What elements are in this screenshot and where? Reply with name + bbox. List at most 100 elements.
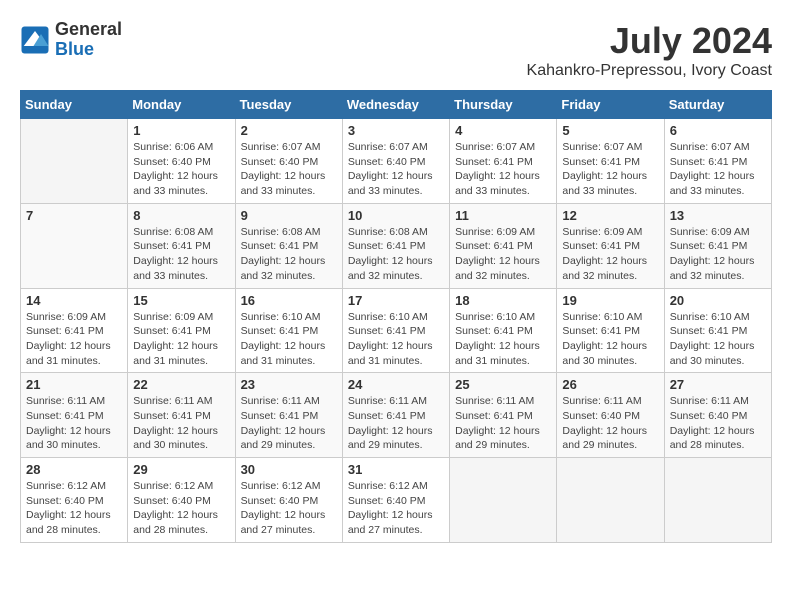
day-info: Sunrise: 6:07 AMSunset: 6:40 PMDaylight:… xyxy=(241,140,337,199)
day-info: Sunrise: 6:07 AMSunset: 6:41 PMDaylight:… xyxy=(455,140,551,199)
day-number: 10 xyxy=(348,208,444,223)
day-info: Sunrise: 6:08 AMSunset: 6:41 PMDaylight:… xyxy=(133,225,229,284)
calendar-week-2: 7 8Sunrise: 6:08 AMSunset: 6:41 PMDayligh… xyxy=(21,203,772,288)
month-title: July 2024 xyxy=(527,20,772,62)
day-info: Sunrise: 6:08 AMSunset: 6:41 PMDaylight:… xyxy=(241,225,337,284)
day-number: 13 xyxy=(670,208,766,223)
day-number: 4 xyxy=(455,123,551,138)
calendar-cell: 25Sunrise: 6:11 AMSunset: 6:41 PMDayligh… xyxy=(450,373,557,458)
day-info: Sunrise: 6:10 AMSunset: 6:41 PMDaylight:… xyxy=(670,310,766,369)
day-number: 24 xyxy=(348,377,444,392)
logo-blue-text: Blue xyxy=(55,40,122,60)
weekday-header-wednesday: Wednesday xyxy=(342,91,449,119)
calendar-week-1: 1Sunrise: 6:06 AMSunset: 6:40 PMDaylight… xyxy=(21,119,772,204)
day-number: 12 xyxy=(562,208,658,223)
day-number: 22 xyxy=(133,377,229,392)
weekday-header-monday: Monday xyxy=(128,91,235,119)
calendar-cell: 23 Sunrise: 6:11 AMSunset: 6:41 PMDayligh… xyxy=(235,373,342,458)
day-info: Sunrise: 6:07 AMSunset: 6:40 PMDaylight:… xyxy=(348,140,444,199)
calendar-week-4: 21 Sunrise: 6:11 AMSunset: 6:41 PMDayligh… xyxy=(21,373,772,458)
day-info: Sunrise: 6:11 AMSunset: 6:41 PMDaylight:… xyxy=(348,394,444,453)
weekday-header-sunday: Sunday xyxy=(21,91,128,119)
calendar-cell: 30 Sunrise: 6:12 AMSunset: 6:40 PMDayligh… xyxy=(235,458,342,543)
calendar-cell: 22 Sunrise: 6:11 AMSunset: 6:41 PMDayligh… xyxy=(128,373,235,458)
day-number: 15 xyxy=(133,293,229,308)
day-info: Sunrise: 6:07 AMSunset: 6:41 PMDaylight:… xyxy=(670,140,766,199)
day-number: 28 xyxy=(26,462,122,477)
calendar-cell: 18Sunrise: 6:10 AMSunset: 6:41 PMDayligh… xyxy=(450,288,557,373)
calendar-cell xyxy=(21,119,128,204)
calendar-cell: 27 Sunrise: 6:11 AMSunset: 6:40 PMDayligh… xyxy=(664,373,771,458)
day-number: 23 xyxy=(241,377,337,392)
weekday-header-friday: Friday xyxy=(557,91,664,119)
calendar-cell: 26Sunrise: 6:11 AMSunset: 6:40 PMDayligh… xyxy=(557,373,664,458)
weekday-header-tuesday: Tuesday xyxy=(235,91,342,119)
day-info: Sunrise: 6:12 AMSunset: 6:40 PMDaylight:… xyxy=(133,479,229,538)
day-number: 29 xyxy=(133,462,229,477)
calendar-cell: 13 Sunrise: 6:09 AMSunset: 6:41 PMDayligh… xyxy=(664,203,771,288)
day-number: 11 xyxy=(455,208,551,223)
day-info: Sunrise: 6:09 AMSunset: 6:41 PMDaylight:… xyxy=(670,225,766,284)
day-number: 14 xyxy=(26,293,122,308)
day-number: 9 xyxy=(241,208,337,223)
day-number: 27 xyxy=(670,377,766,392)
title-section: July 2024 Kahankro-Prepressou, Ivory Coa… xyxy=(527,20,772,80)
day-info: Sunrise: 6:11 AMSunset: 6:41 PMDaylight:… xyxy=(133,394,229,453)
day-number: 7 xyxy=(26,208,122,223)
day-info: Sunrise: 6:10 AMSunset: 6:41 PMDaylight:… xyxy=(455,310,551,369)
page-header: General Blue July 2024 Kahankro-Prepress… xyxy=(20,20,772,80)
day-number: 17 xyxy=(348,293,444,308)
calendar-cell: 14 Sunrise: 6:09 AMSunset: 6:41 PMDayligh… xyxy=(21,288,128,373)
day-number: 25 xyxy=(455,377,551,392)
calendar-cell: 20 Sunrise: 6:10 AMSunset: 6:41 PMDayligh… xyxy=(664,288,771,373)
day-info: Sunrise: 6:11 AMSunset: 6:40 PMDaylight:… xyxy=(670,394,766,453)
logo-icon xyxy=(20,25,50,55)
day-info: Sunrise: 6:11 AMSunset: 6:41 PMDaylight:… xyxy=(241,394,337,453)
day-info: Sunrise: 6:12 AMSunset: 6:40 PMDaylight:… xyxy=(26,479,122,538)
day-number: 19 xyxy=(562,293,658,308)
day-info: Sunrise: 6:10 AMSunset: 6:41 PMDaylight:… xyxy=(348,310,444,369)
calendar-cell: 11 Sunrise: 6:09 AMSunset: 6:41 PMDayligh… xyxy=(450,203,557,288)
calendar-cell: 19Sunrise: 6:10 AMSunset: 6:41 PMDayligh… xyxy=(557,288,664,373)
calendar-week-3: 14 Sunrise: 6:09 AMSunset: 6:41 PMDayligh… xyxy=(21,288,772,373)
calendar-cell: 17 Sunrise: 6:10 AMSunset: 6:41 PMDayligh… xyxy=(342,288,449,373)
calendar-cell: 6 Sunrise: 6:07 AMSunset: 6:41 PMDaylight… xyxy=(664,119,771,204)
day-number: 30 xyxy=(241,462,337,477)
calendar-cell: 8Sunrise: 6:08 AMSunset: 6:41 PMDaylight… xyxy=(128,203,235,288)
day-info: Sunrise: 6:12 AMSunset: 6:40 PMDaylight:… xyxy=(241,479,337,538)
day-number: 26 xyxy=(562,377,658,392)
calendar-cell: 7 xyxy=(21,203,128,288)
calendar-cell: 24 Sunrise: 6:11 AMSunset: 6:41 PMDayligh… xyxy=(342,373,449,458)
calendar-cell: 12 Sunrise: 6:09 AMSunset: 6:41 PMDayligh… xyxy=(557,203,664,288)
weekday-header-saturday: Saturday xyxy=(664,91,771,119)
calendar-cell: 21 Sunrise: 6:11 AMSunset: 6:41 PMDayligh… xyxy=(21,373,128,458)
day-number: 2 xyxy=(241,123,337,138)
calendar-cell: 2 Sunrise: 6:07 AMSunset: 6:40 PMDaylight… xyxy=(235,119,342,204)
day-number: 31 xyxy=(348,462,444,477)
logo: General Blue xyxy=(20,20,122,60)
day-number: 21 xyxy=(26,377,122,392)
day-info: Sunrise: 6:09 AMSunset: 6:41 PMDaylight:… xyxy=(26,310,122,369)
day-number: 6 xyxy=(670,123,766,138)
day-number: 20 xyxy=(670,293,766,308)
day-info: Sunrise: 6:11 AMSunset: 6:41 PMDaylight:… xyxy=(26,394,122,453)
calendar-cell: 31Sunrise: 6:12 AMSunset: 6:40 PMDayligh… xyxy=(342,458,449,543)
logo-general-text: General xyxy=(55,20,122,40)
calendar-week-5: 28 Sunrise: 6:12 AMSunset: 6:40 PMDayligh… xyxy=(21,458,772,543)
calendar-cell xyxy=(450,458,557,543)
weekday-header-row: SundayMondayTuesdayWednesdayThursdayFrid… xyxy=(21,91,772,119)
day-number: 16 xyxy=(241,293,337,308)
calendar-table: SundayMondayTuesdayWednesdayThursdayFrid… xyxy=(20,90,772,543)
location-title: Kahankro-Prepressou, Ivory Coast xyxy=(527,62,772,80)
calendar-cell: 29 Sunrise: 6:12 AMSunset: 6:40 PMDayligh… xyxy=(128,458,235,543)
day-number: 5 xyxy=(562,123,658,138)
calendar-cell: 16 Sunrise: 6:10 AMSunset: 6:41 PMDayligh… xyxy=(235,288,342,373)
calendar-cell xyxy=(557,458,664,543)
weekday-header-thursday: Thursday xyxy=(450,91,557,119)
day-info: Sunrise: 6:09 AMSunset: 6:41 PMDaylight:… xyxy=(455,225,551,284)
day-info: Sunrise: 6:10 AMSunset: 6:41 PMDaylight:… xyxy=(241,310,337,369)
calendar-cell: 9 Sunrise: 6:08 AMSunset: 6:41 PMDaylight… xyxy=(235,203,342,288)
day-number: 1 xyxy=(133,123,229,138)
day-info: Sunrise: 6:09 AMSunset: 6:41 PMDaylight:… xyxy=(562,225,658,284)
day-info: Sunrise: 6:07 AMSunset: 6:41 PMDaylight:… xyxy=(562,140,658,199)
